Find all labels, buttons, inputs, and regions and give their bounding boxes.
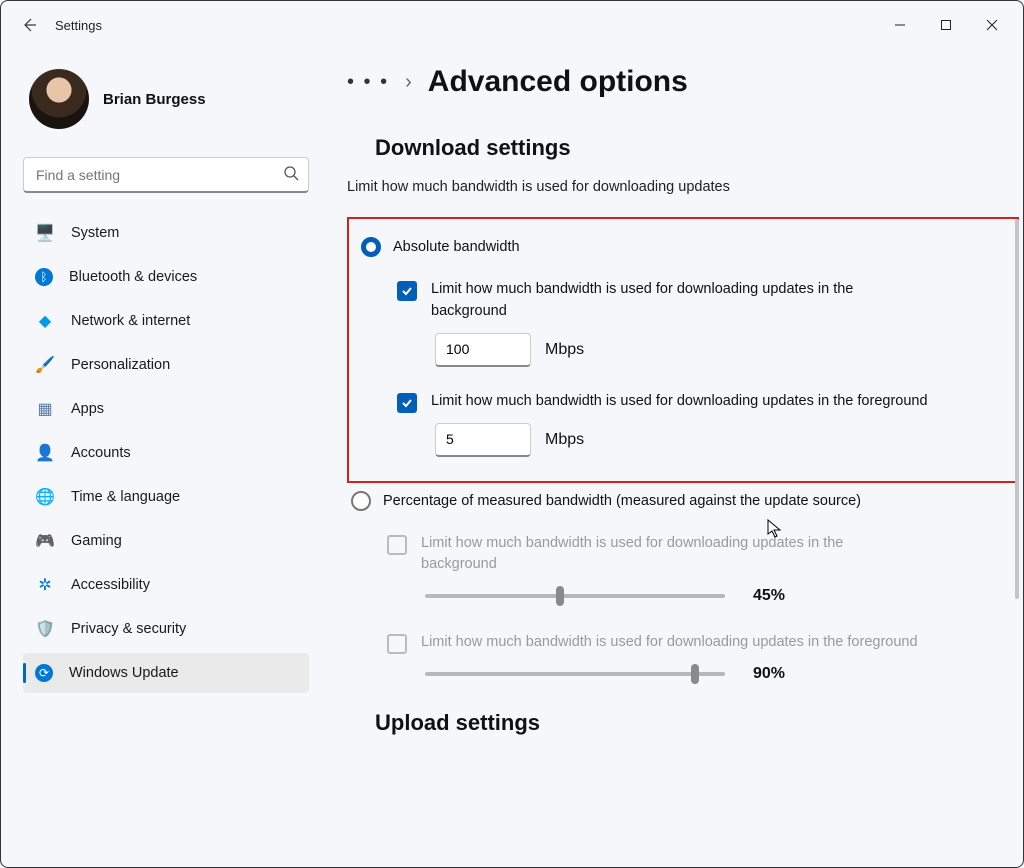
sidebar-item-system[interactable]: 🖥️ System (23, 213, 309, 253)
sidebar-item-gaming[interactable]: 🎮 Gaming (23, 521, 309, 561)
app-title: Settings (55, 18, 102, 33)
breadcrumb-overflow[interactable]: • • • (347, 71, 389, 94)
radio-absolute[interactable] (361, 237, 381, 257)
username: Brian Burgess (103, 91, 206, 108)
fg-pct-slider[interactable] (425, 664, 725, 684)
page-title: Advanced options (428, 65, 688, 99)
checkbox-bg-limit[interactable] (397, 281, 417, 301)
fg-bandwidth-unit: Mbps (545, 431, 584, 449)
checkbox-bg-label: Limit how much bandwidth is used for dow… (431, 279, 931, 323)
download-subtitle: Limit how much bandwidth is used for dow… (347, 179, 1019, 195)
sidebar-item-privacy-security[interactable]: 🛡️ Privacy & security (23, 609, 309, 649)
bg-bandwidth-unit: Mbps (545, 341, 584, 359)
scrollbar[interactable] (1015, 219, 1019, 599)
back-button[interactable] (9, 17, 49, 33)
sidebar-item-windows-update[interactable]: ⟳ Windows Update (23, 653, 309, 693)
checkbox-bg-pct-label: Limit how much bandwidth is used for dow… (421, 533, 921, 577)
fg-pct-value: 90% (753, 665, 785, 683)
sidebar-item-label: Time & language (71, 489, 180, 505)
network-icon: ◆ (35, 311, 55, 331)
apps-icon: ▦ (35, 399, 55, 419)
privacy-icon: 🛡️ (35, 619, 55, 639)
sidebar-item-label: Personalization (71, 357, 170, 373)
bluetooth-icon: ᛒ (35, 268, 53, 286)
sidebar-item-personalization[interactable]: 🖌️ Personalization (23, 345, 309, 385)
search-box[interactable] (23, 157, 309, 193)
bg-pct-value: 45% (753, 587, 785, 605)
system-icon: 🖥️ (35, 223, 55, 243)
sidebar-item-label: Accessibility (71, 577, 150, 593)
sidebar-item-time-language[interactable]: 🌐 Time & language (23, 477, 309, 517)
search-input[interactable] (23, 157, 309, 193)
search-icon (283, 165, 299, 186)
checkbox-fg-label: Limit how much bandwidth is used for dow… (431, 391, 928, 413)
sidebar-item-label: Accounts (71, 445, 131, 461)
sidebar-item-label: Windows Update (69, 665, 179, 681)
checkbox-fg-pct-label: Limit how much bandwidth is used for dow… (421, 632, 918, 654)
sidebar-item-apps[interactable]: ▦ Apps (23, 389, 309, 429)
sidebar-item-label: Network & internet (71, 313, 190, 329)
download-heading: Download settings (375, 135, 1019, 161)
checkbox-bg-pct (387, 535, 407, 555)
radio-percentage-label: Percentage of measured bandwidth (measur… (383, 493, 861, 509)
gaming-icon: 🎮 (35, 531, 55, 551)
radio-absolute-label: Absolute bandwidth (393, 239, 520, 255)
sidebar-item-label: Apps (71, 401, 104, 417)
fg-bandwidth-input[interactable] (435, 423, 531, 457)
sidebar-item-label: System (71, 225, 119, 241)
time-icon: 🌐 (35, 487, 55, 507)
bg-pct-slider[interactable] (425, 586, 725, 606)
sidebar-item-accessibility[interactable]: ✲ Accessibility (23, 565, 309, 605)
minimize-button[interactable] (877, 9, 923, 41)
sidebar-item-label: Privacy & security (71, 621, 186, 637)
checkbox-fg-pct (387, 634, 407, 654)
radio-percentage[interactable] (351, 491, 371, 511)
close-button[interactable] (969, 9, 1015, 41)
accessibility-icon: ✲ (35, 575, 55, 595)
sidebar-item-accounts[interactable]: 👤 Accounts (23, 433, 309, 473)
bg-bandwidth-input[interactable] (435, 333, 531, 367)
sidebar-item-bluetooth-devices[interactable]: ᛒ Bluetooth & devices (23, 257, 309, 297)
checkbox-fg-limit[interactable] (397, 393, 417, 413)
profile[interactable]: Brian Burgess (23, 69, 309, 129)
highlight-box: Absolute bandwidth Limit how much bandwi… (347, 217, 1019, 483)
accounts-icon: 👤 (35, 443, 55, 463)
upload-heading: Upload settings (375, 710, 1019, 736)
sidebar-item-label: Bluetooth & devices (69, 269, 197, 285)
sidebar-item-network-internet[interactable]: ◆ Network & internet (23, 301, 309, 341)
maximize-button[interactable] (923, 9, 969, 41)
windows-icon: ⟳ (35, 664, 53, 682)
avatar (29, 69, 89, 129)
sidebar-item-label: Gaming (71, 533, 122, 549)
personalization-icon: 🖌️ (35, 355, 55, 375)
chevron-right-icon: › (405, 71, 412, 94)
